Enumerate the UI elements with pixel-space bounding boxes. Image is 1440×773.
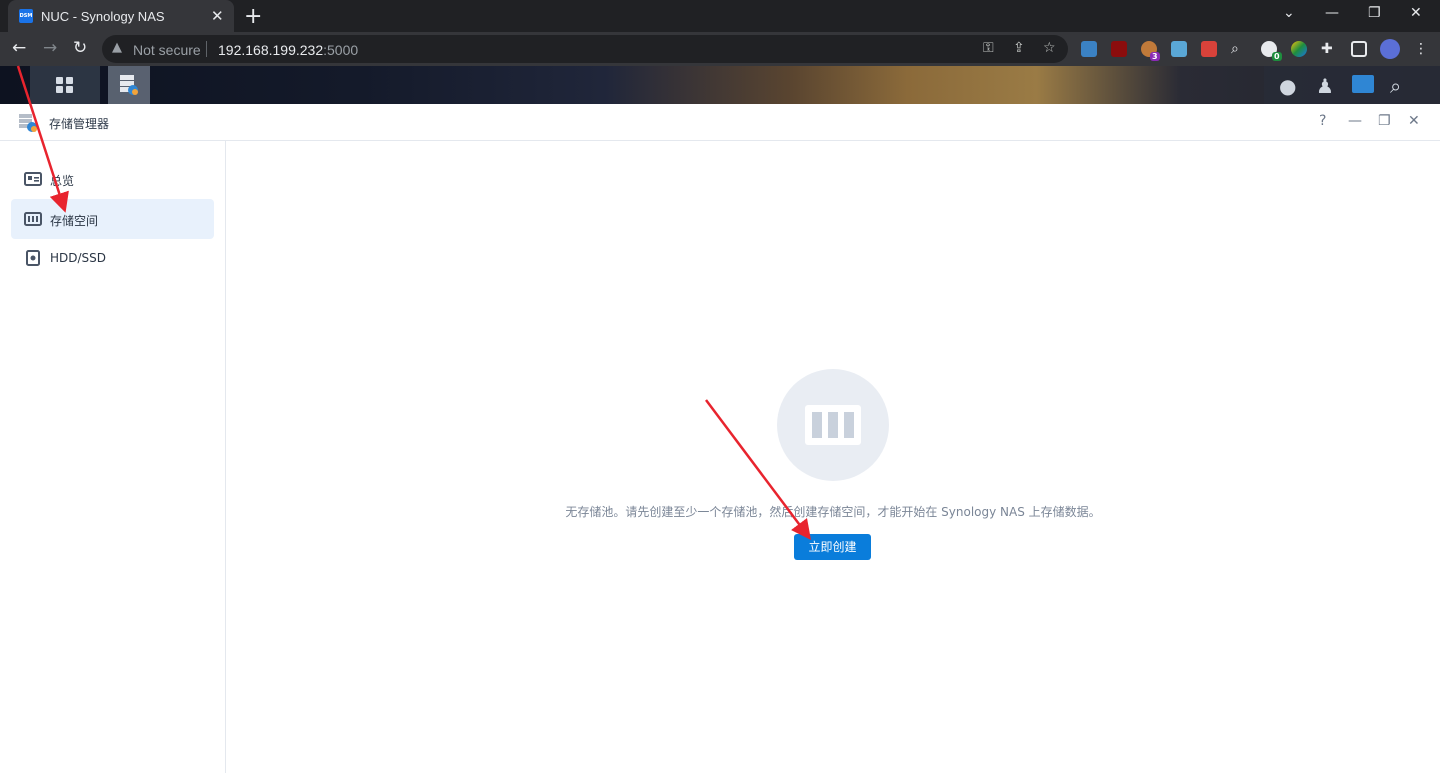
- hdd-icon: [26, 250, 40, 266]
- color-extension-icon[interactable]: [1291, 41, 1307, 57]
- minimize-window-icon[interactable]: —: [1325, 5, 1339, 21]
- warning-icon[interactable]: ▲: [112, 40, 122, 55]
- chat-bubble-icon[interactable]: ●: [1279, 74, 1296, 98]
- dsm-storage-manager-taskbar-button[interactable]: [108, 66, 150, 104]
- storage-manager-icon: [19, 114, 37, 132]
- address-bar[interactable]: ▲ Not secure 192.168.199.232:5000 ⚿ ⇪ ☆: [102, 35, 1068, 63]
- dsm-main-menu-button[interactable]: [30, 66, 100, 104]
- security-label[interactable]: Not secure: [133, 42, 201, 58]
- dsm-favicon-icon: DSM: [19, 9, 33, 23]
- browser-toolbar: ← → ↻ ▲ Not secure 192.168.199.232:5000 …: [0, 32, 1440, 66]
- main-content: 无存储池。请先创建至少一个存储池，然后创建存储空间，才能开始在 Synology…: [226, 141, 1440, 773]
- sidebar-item-storage[interactable]: 存储空间: [11, 199, 214, 239]
- zoom-search-icon[interactable]: ⌕: [1231, 41, 1247, 57]
- tab-close-icon[interactable]: ✕: [211, 7, 224, 25]
- restore-window-icon[interactable]: ❐: [1368, 5, 1381, 21]
- back-arrow-icon[interactable]: ←: [12, 38, 26, 58]
- dsm-tray: ● ♟ ⌕: [1264, 66, 1440, 104]
- create-now-button[interactable]: 立即创建: [794, 534, 871, 560]
- dsm-taskbar: ● ♟ ⌕: [0, 66, 1440, 104]
- empty-state-message: 无存储池。请先创建至少一个存储池，然后创建存储空间，才能开始在 Synology…: [565, 505, 1101, 519]
- app-grid-icon: [56, 77, 73, 93]
- search-icon[interactable]: ⌕: [1390, 74, 1401, 98]
- tab-search-chevron-icon[interactable]: ⌄: [1283, 5, 1295, 21]
- forward-arrow-icon[interactable]: →: [43, 38, 57, 58]
- reload-icon[interactable]: ↻: [73, 38, 87, 58]
- sidebar-item-hdd-ssd[interactable]: HDD/SSD: [11, 238, 214, 278]
- cloud-count-badge: 0: [1272, 52, 1282, 61]
- storage-manager-window: 存储管理器 ? — ❐ ✕ 总览 存储空间 HDD/SSD 无存储池。请先创建至…: [0, 104, 1440, 773]
- new-tab-icon[interactable]: +: [244, 4, 262, 29]
- sidebar-item-label: 存储空间: [50, 214, 99, 228]
- tab-title: NUC - Synology NAS: [41, 9, 165, 24]
- browser-tab[interactable]: DSM NUC - Synology NAS ✕: [8, 0, 234, 32]
- browser-menu-icon[interactable]: ⋮: [1414, 41, 1430, 57]
- browser-tab-strip: DSM NUC - Synology NAS ✕ + ⌄ — ❐ ✕: [0, 0, 1440, 32]
- profile-avatar[interactable]: [1380, 39, 1400, 59]
- url-port: :5000: [323, 42, 359, 58]
- url-text[interactable]: 192.168.199.232:5000: [218, 42, 358, 58]
- storage-volume-icon: [24, 212, 42, 226]
- window-header: 存储管理器 ? — ❐ ✕: [0, 104, 1440, 141]
- storage-pool-icon: [805, 405, 861, 445]
- sidebar-item-overview[interactable]: 总览: [11, 159, 214, 199]
- sidebar: 总览 存储空间 HDD/SSD: [0, 141, 226, 773]
- storage-manager-app-icon: [120, 75, 138, 95]
- user-icon[interactable]: ♟: [1316, 74, 1334, 98]
- close-window-icon[interactable]: ✕: [1410, 5, 1422, 21]
- ublock-icon[interactable]: [1111, 41, 1127, 57]
- close-icon[interactable]: ✕: [1408, 113, 1420, 129]
- side-panel-icon[interactable]: [1351, 41, 1367, 57]
- puzzle-extensions-icon[interactable]: ✚: [1321, 41, 1337, 57]
- omnibox-divider: [206, 41, 207, 57]
- bookmark-star-icon[interactable]: ☆: [1043, 40, 1056, 56]
- book-extension-icon[interactable]: [1171, 41, 1187, 57]
- overview-icon: [24, 172, 42, 186]
- help-icon[interactable]: ?: [1319, 113, 1326, 129]
- widgets-icon[interactable]: [1352, 75, 1374, 93]
- maximize-icon[interactable]: ❐: [1378, 113, 1391, 129]
- sidebar-item-label: HDD/SSD: [50, 251, 107, 265]
- url-host: 192.168.199.232: [218, 42, 324, 58]
- window-title: 存储管理器: [49, 117, 110, 131]
- key-icon[interactable]: ⚿: [983, 40, 994, 56]
- notes-extension-icon[interactable]: [1201, 41, 1217, 57]
- sidebar-item-label: 总览: [50, 174, 75, 188]
- extension-count-badge: 3: [1150, 52, 1160, 61]
- minimize-icon[interactable]: —: [1348, 113, 1362, 129]
- share-icon[interactable]: ⇪: [1013, 40, 1025, 56]
- empty-state-illustration: [777, 369, 889, 481]
- extension-grid-icon[interactable]: [1081, 41, 1097, 57]
